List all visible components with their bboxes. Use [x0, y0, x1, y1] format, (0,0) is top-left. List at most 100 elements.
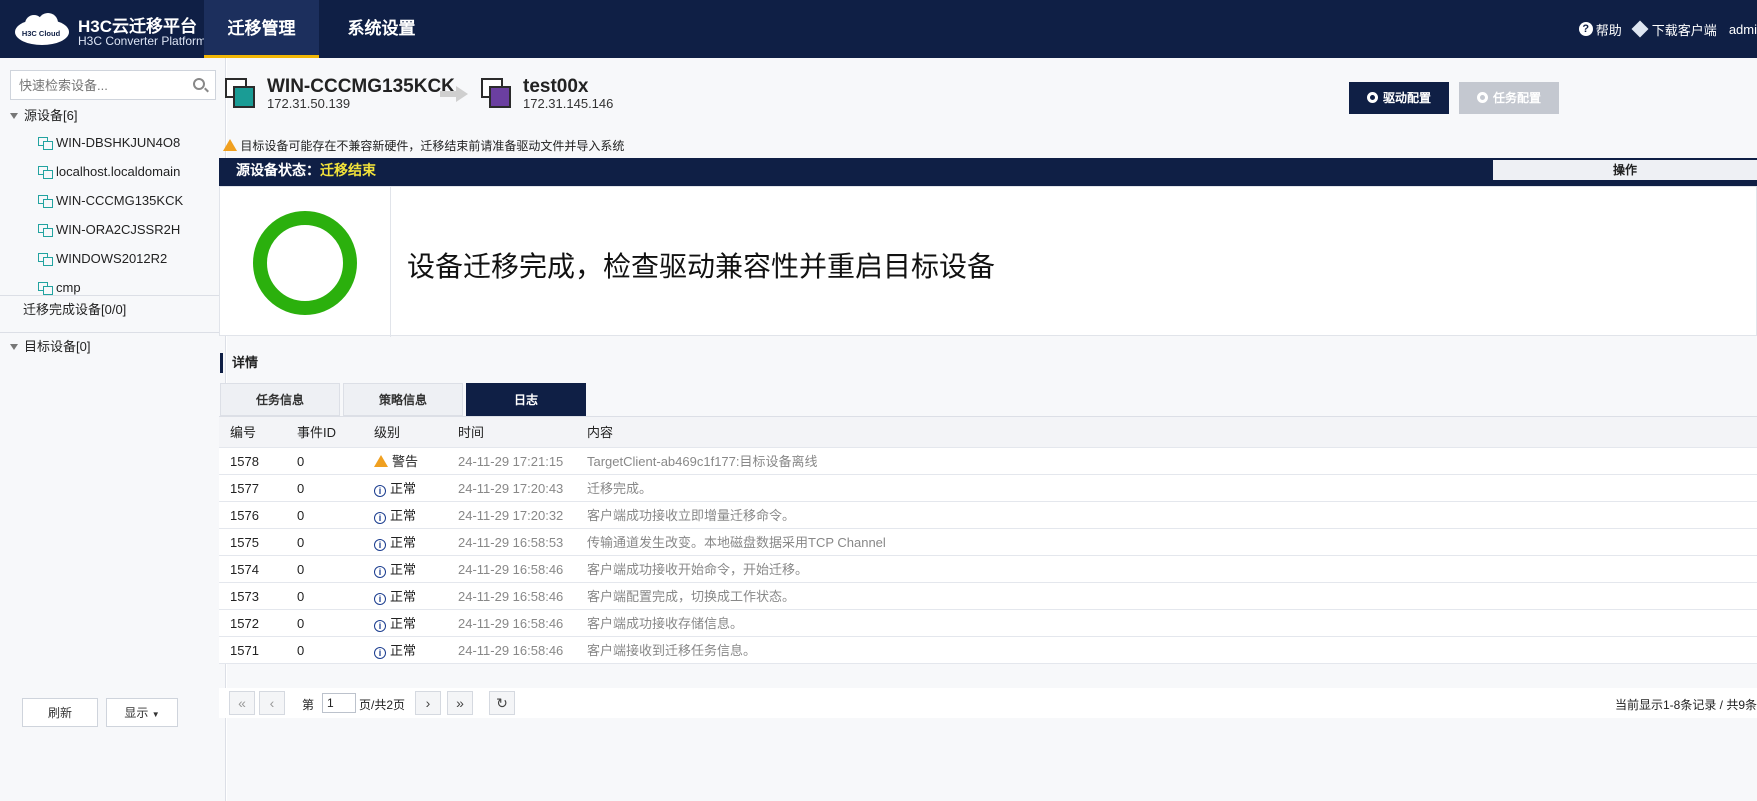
tab-migration-management[interactable]: 迁移管理	[204, 0, 319, 58]
level-label: 正常	[390, 616, 417, 631]
device-icon	[38, 281, 53, 295]
level-label: 正常	[390, 643, 417, 658]
cell-id: 1575	[230, 535, 259, 550]
cell-level: 警告	[374, 448, 418, 475]
status-value: 迁移结束	[320, 162, 376, 178]
source-device-icon	[225, 78, 255, 108]
help-link[interactable]: ? 帮助	[1578, 20, 1622, 39]
column-header-id[interactable]: 编号	[230, 417, 256, 448]
cell-content: 客户端配置完成，切换成工作状态。	[587, 589, 796, 604]
cell-time: 24-11-29 16:58:46	[458, 643, 564, 658]
table-row: 1575 0 i 正常 24-11-29 16:58:53 传输通道发生改变。本地磁盘数据…	[219, 529, 1757, 556]
cell-content: 传输通道发生改变。本地磁盘数据采用TCP Channel	[587, 535, 886, 550]
table-row: 1576 0 i 正常 24-11-29 17:20:32 客户端成功接收立即增量迁移命令…	[219, 502, 1757, 529]
caret-down-icon: ▼	[151, 710, 160, 719]
source-group-header[interactable]: 源设备[6]	[0, 104, 226, 128]
last-page-button[interactable]: »	[447, 691, 473, 715]
cell-time: 24-11-29 17:20:32	[458, 508, 564, 523]
source-device-item[interactable]: WIN-CCCMG135KCK	[0, 186, 226, 215]
info-icon: i	[374, 512, 386, 524]
column-header-event[interactable]: 事件ID	[297, 417, 336, 448]
download-client-link[interactable]: 下载客户端	[1631, 20, 1717, 39]
table-header-row: 编号 事件ID 级别 时间 内容	[219, 417, 1757, 448]
h3c-cloud-logo: H3C Cloud	[15, 13, 69, 45]
cube-icon	[1631, 20, 1649, 38]
cell-event-id: 0	[297, 616, 305, 631]
display-dropdown[interactable]: 显示 ▼	[106, 698, 178, 727]
next-page-button[interactable]: ›	[415, 691, 441, 715]
status-message: 设备迁移完成，检查驱动兼容性并重启目标设备	[407, 251, 996, 282]
device-label: localhost.localdomain	[56, 164, 181, 179]
target-device-name: test00x	[523, 76, 589, 97]
source-device-item[interactable]: localhost.localdomain	[0, 157, 226, 186]
device-icon	[38, 165, 53, 179]
task-config-label: 任务配置	[1492, 91, 1541, 105]
table-row: 1573 0 i 正常 24-11-29 16:58:46 客户端配置完成，切换成工作状态…	[219, 583, 1757, 610]
first-page-button[interactable]: «	[229, 691, 255, 715]
user-menu[interactable]: admi	[1729, 22, 1757, 37]
cell-id: 1574	[230, 562, 259, 577]
column-header-time[interactable]: 时间	[458, 417, 484, 448]
tab-policy-info[interactable]: 策略信息	[343, 383, 463, 416]
cell-time: 24-11-29 16:58:53	[458, 535, 564, 550]
target-group-header[interactable]: 目标设备[0]	[0, 335, 226, 359]
task-config-button[interactable]: 任务配置	[1459, 82, 1559, 114]
cell-id: 1578	[230, 454, 259, 469]
cell-event-id: 0	[297, 562, 305, 577]
done-group-header[interactable]: 迁移完成设备[0/0]	[0, 298, 226, 322]
app-subtitle: H3C Converter Platform	[78, 34, 207, 48]
display-label: 显示	[124, 706, 149, 720]
caret-down-icon	[10, 113, 18, 119]
warning-icon	[374, 455, 388, 467]
device-search-input[interactable]	[10, 70, 216, 100]
device-label: WIN-CCCMG135KCK	[56, 193, 184, 208]
cell-id: 1576	[230, 508, 259, 523]
device-label: WIN-DBSHKJUN4O8	[56, 135, 181, 150]
source-device-item[interactable]: WIN-DBSHKJUN4O8	[0, 128, 226, 157]
table-row: 1577 0 i 正常 24-11-29 17:20:43 迁移完成。	[219, 475, 1757, 502]
device-icon	[38, 223, 53, 237]
device-icon	[38, 194, 53, 208]
cell-level: i 正常	[374, 475, 416, 502]
cell-level: i 正常	[374, 583, 416, 610]
tab-task-info[interactable]: 任务信息	[220, 383, 340, 416]
cell-content: 迁移完成。	[587, 481, 653, 496]
cell-level: i 正常	[374, 502, 416, 529]
tab-log[interactable]: 日志	[466, 383, 586, 416]
device-icon	[38, 136, 53, 150]
tab-label: 日志	[513, 393, 538, 407]
info-icon: i	[374, 647, 386, 659]
cell-event-id: 0	[297, 454, 305, 469]
column-header-content[interactable]: 内容	[587, 417, 613, 448]
tab-system-settings[interactable]: 系统设置	[324, 0, 439, 58]
status-panel: 设备迁移完成，检查驱动兼容性并重启目标设备	[219, 186, 1757, 337]
page-number-input[interactable]	[322, 693, 356, 713]
tab-label: 策略信息	[378, 393, 427, 407]
info-icon: i	[374, 620, 386, 632]
prev-page-button[interactable]: ‹	[259, 691, 285, 715]
cell-event-id: 0	[297, 481, 305, 496]
warning-text: 目标设备可能存在不兼容新硬件，迁移结束前请准备驱动文件并导入系统	[240, 139, 625, 153]
status-bar: 源设备状态：迁移结束 操作	[219, 158, 1757, 186]
column-header-level[interactable]: 级别	[374, 417, 400, 448]
refresh-icon[interactable]: ↻	[489, 691, 515, 715]
source-device-item[interactable]: WINDOWS2012R2	[0, 244, 226, 273]
level-label: 警告	[392, 454, 419, 469]
target-group-label: 目标设备[0]	[24, 339, 91, 354]
info-icon: i	[374, 566, 386, 578]
refresh-button[interactable]: 刷新	[22, 698, 98, 727]
source-device-item[interactable]: WIN-ORA2CJSSR2H	[0, 215, 226, 244]
tab-label: 系统设置	[347, 19, 416, 38]
level-label: 正常	[390, 562, 417, 577]
driver-config-button[interactable]: 驱动配置	[1349, 82, 1449, 114]
log-rows: 1578 0 警告 24-11-29 17:21:15 TargetClient-ab4…	[219, 448, 1757, 664]
cell-content: 客户端成功接收立即增量迁移命令。	[587, 508, 796, 523]
caret-down-icon	[10, 344, 18, 350]
cell-time: 24-11-29 17:21:15	[458, 454, 564, 469]
sidebar: 源设备[6] WIN-DBSHKJUN4O8 localhost.localdo…	[0, 58, 226, 801]
level-label: 正常	[390, 535, 417, 550]
search-icon[interactable]	[193, 78, 205, 90]
source-group-label: 源设备[6]	[24, 108, 78, 123]
done-group-label: 迁移完成设备[0/0]	[23, 302, 127, 317]
page-total: 页/共2页	[359, 698, 406, 712]
